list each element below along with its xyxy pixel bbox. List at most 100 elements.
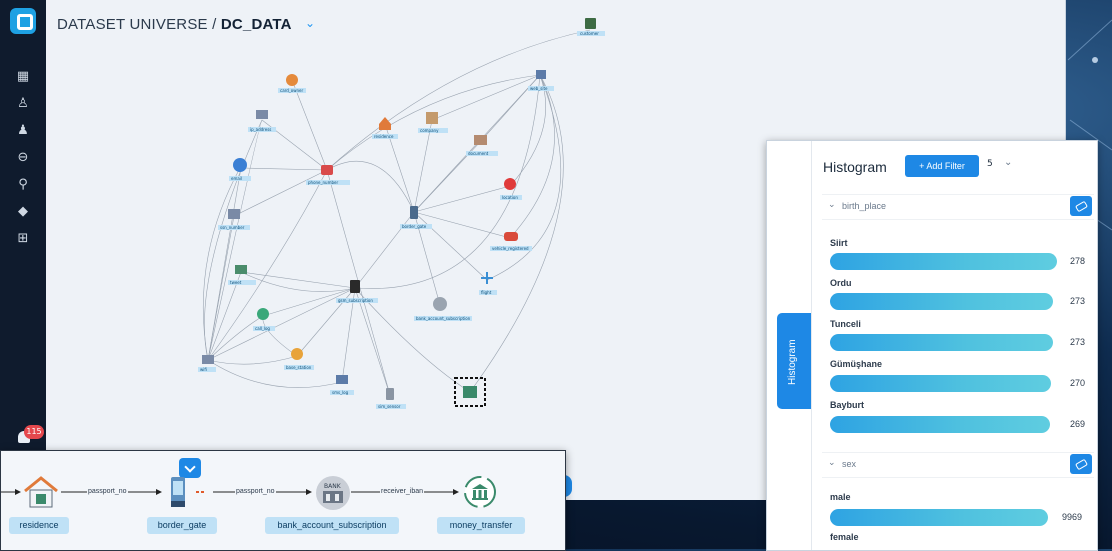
graph-canvas[interactable]: customer card_owner web_site phone_numbe… [46,0,606,450]
network-icon[interactable]: ⊞ [13,230,33,248]
chevron-down-icon[interactable]: ⌄ [828,458,836,468]
bar[interactable] [830,509,1048,526]
graph-node-customer[interactable]: customer [577,18,605,36]
svg-text:sim_sensor: sim_sensor [378,404,401,409]
notification-bell[interactable]: 115 [12,425,44,447]
edge-label: receiver_iban [380,488,425,495]
svg-text:web_site: web_site [530,86,548,91]
graph-node-sms-log[interactable]: sms_log [330,375,354,395]
device-icon[interactable] [167,475,193,511]
bar-value: 9969 [1062,512,1083,522]
svg-text:ip_address: ip_address [250,127,271,132]
svg-text:ssn_number: ssn_number [220,225,245,230]
limit-select[interactable]: 5 [987,159,993,169]
pipeline-node-bank-account-subscription[interactable]: bank_account_subscription [265,517,399,534]
svg-text:flight: flight [481,290,492,295]
pipeline-node-money-transfer[interactable]: money_transfer [437,517,525,534]
section-header-birth-place[interactable]: ⌄ birth_place [822,194,1094,220]
histogram-body: Histogram + Add Filter 5 ⌄ ⌄ birth_place… [811,141,1097,550]
graph-node-vehicle-registered[interactable]: vehicle_registered [490,232,532,251]
svg-text:sms_log: sms_log [332,390,349,395]
svg-text:location: location [502,195,518,200]
section-name: birth_place [842,201,887,211]
graph-node-residence[interactable]: residence [372,117,398,139]
bar[interactable] [830,293,1053,310]
tag-icon[interactable]: ◆ [13,203,33,221]
bar-label: Bayburt [830,400,865,410]
histogram-tab-label: Histogram [787,339,798,385]
eraser-icon[interactable] [1070,196,1092,216]
svg-text:card_owner: card_owner [280,88,303,93]
graph-node-phone-number[interactable]: phone_number [306,165,350,185]
svg-text:document: document [468,151,489,156]
graph-node-call-log[interactable]: call_log [253,308,275,331]
sidebar: ▦ ♙ ♟ ⊖ ⚲ ◆ ⊞ 115 [0,0,46,500]
pipeline-node-border-gate[interactable]: border_gate [147,517,217,534]
svg-text:call_log: call_log [255,326,270,331]
bank-text: BANK [324,483,342,490]
svg-text:tweet: tweet [230,280,242,285]
edge-label: passport_no [87,488,128,495]
eraser-icon[interactable] [1070,454,1092,474]
dashboard-icon[interactable]: ▦ [13,68,33,86]
bar-label: Siirt [830,238,848,248]
pipeline-node-residence[interactable]: residence [9,517,69,534]
app-logo[interactable] [10,8,36,34]
bank-icon[interactable]: BANK [313,475,353,511]
add-filter-button[interactable]: + Add Filter [905,155,979,177]
graph-node-tweet[interactable]: tweet [228,265,256,285]
graph-node-location[interactable]: location [500,178,522,200]
bar-label: male [830,492,851,502]
pipeline-panel: BANK passport_no passport_no receiver_ib… [0,450,566,551]
graph-node-card-owner[interactable]: card_owner [278,74,306,93]
graph-node-ssn-number[interactable]: ssn_number [218,209,250,230]
bar[interactable] [830,253,1057,270]
bar[interactable] [830,334,1053,351]
user-icon[interactable]: ♟ [13,122,33,140]
bar-label: Tunceli [830,319,861,329]
zoom-search-icon[interactable]: ⊖ [13,149,33,167]
section-header-sex[interactable]: ⌄ sex [822,452,1094,478]
graph-node-money-transfer[interactable] [454,377,486,407]
graph-node-ip-address[interactable]: ip_address [248,110,276,132]
graph-node-gsm-subscription[interactable]: gsm_subscription [336,280,378,303]
histogram-title: Histogram [823,159,887,175]
bar[interactable] [830,375,1051,392]
svg-text:wifi: wifi [200,367,207,372]
svg-text:company: company [420,128,439,133]
bar-value: 269 [1070,419,1086,429]
svg-text:border_gate: border_gate [402,224,427,229]
graph-node-document[interactable]: document [466,135,498,156]
hierarchy-icon[interactable]: ♙ [13,95,33,113]
bar-label: Gümüşhane [830,359,883,369]
notification-badge: 115 [24,425,44,439]
bar-value: 278 [1070,256,1086,266]
bar[interactable] [830,416,1050,433]
svg-text:gsm_subscription: gsm_subscription [338,298,373,303]
chevron-down-icon[interactable]: ⌄ [1004,157,1012,168]
graph-node-wifi[interactable]: wifi [198,355,216,372]
bar-value: 273 [1070,296,1086,306]
svg-text:customer: customer [580,31,599,36]
graph-node-border-gate[interactable]: border_gate [400,206,432,229]
svg-text:residence: residence [374,134,394,139]
bar-label: Ordu [830,278,852,288]
section-name: sex [842,459,857,469]
chevron-down-icon[interactable]: ⌄ [828,200,836,210]
svg-text:bank_account_subscription: bank_account_subscription [416,316,471,321]
graph-node-sim-sensor[interactable]: sim_sensor [376,388,406,409]
graph-node-base-station[interactable]: base_station [284,348,314,370]
home-icon[interactable] [23,475,59,509]
search-icon[interactable]: ⚲ [13,176,33,194]
graph-node-bank-account-subscription[interactable]: bank_account_subscription [414,297,472,321]
bank-icon[interactable] [463,475,497,509]
histogram-tab[interactable]: Histogram [777,313,811,409]
bar-label: female [830,532,859,542]
bar-value: 273 [1070,337,1086,347]
graph-node-email[interactable]: email [229,158,251,181]
svg-text:base_station: base_station [286,365,312,370]
svg-text:vehicle_registered: vehicle_registered [492,246,529,251]
edge-label: passport_no [235,488,276,495]
svg-text:email: email [231,176,242,181]
graph-node-web-site[interactable]: web_site [528,70,554,91]
